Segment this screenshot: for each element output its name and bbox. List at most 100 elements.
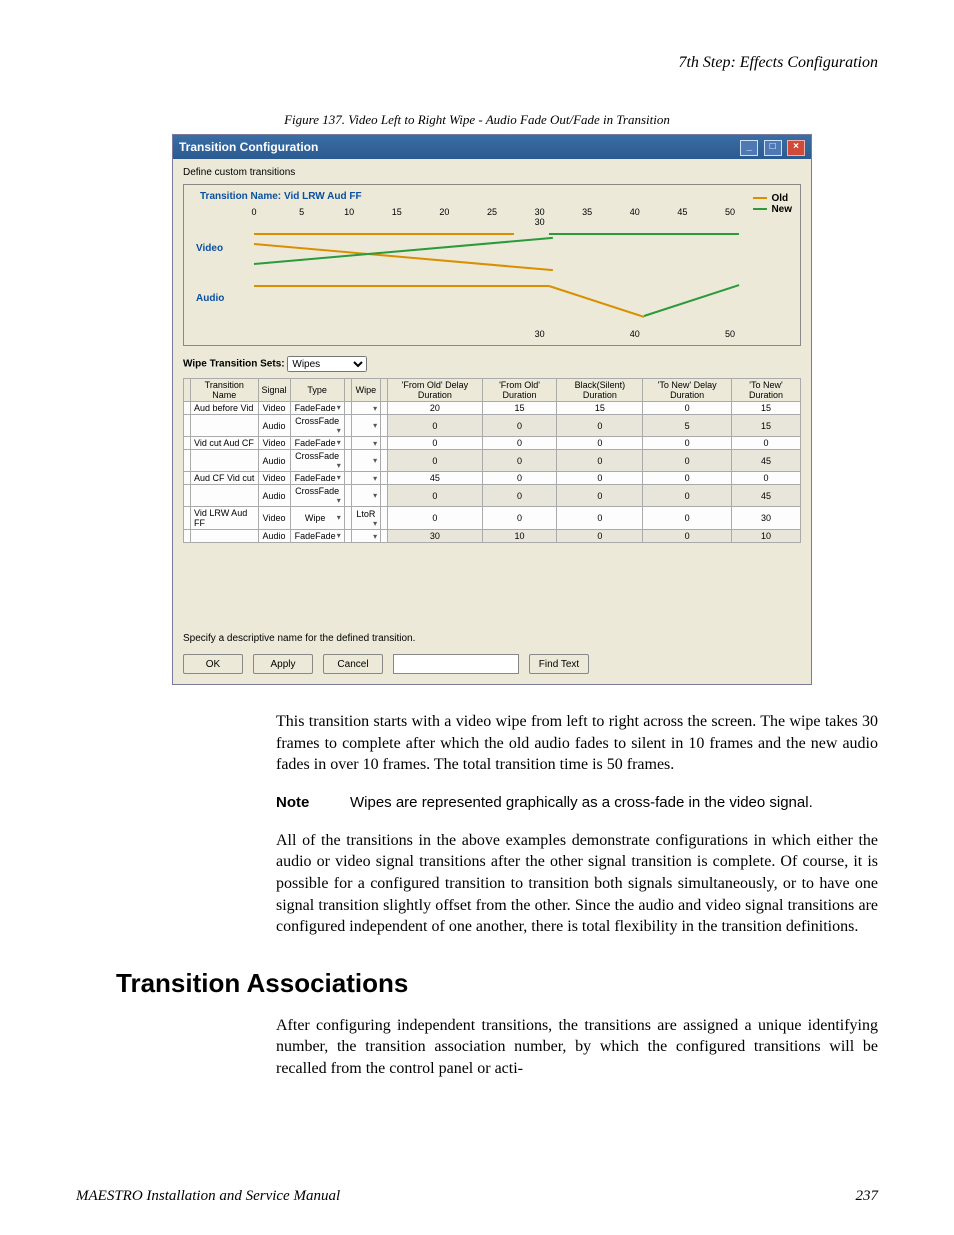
table-cell[interactable]	[191, 485, 259, 507]
table-cell[interactable]: 0	[643, 450, 732, 472]
table-cell[interactable]: Audio	[258, 450, 290, 472]
ok-button[interactable]: OK	[183, 654, 243, 674]
table-cell[interactable]	[381, 530, 388, 543]
table-cell[interactable]: 45	[732, 450, 801, 472]
table-cell[interactable]: 0	[732, 472, 801, 485]
table-cell[interactable]: 0	[557, 507, 643, 530]
table-cell[interactable]: 20	[388, 402, 483, 415]
table-cell[interactable]	[351, 402, 380, 415]
table-cell[interactable]: 0	[482, 472, 557, 485]
table-cell[interactable]: 0	[482, 507, 557, 530]
table-cell[interactable]: 15	[557, 402, 643, 415]
maximize-icon[interactable]: □	[764, 140, 782, 156]
table-cell[interactable]	[381, 507, 388, 530]
table-cell[interactable]: 0	[557, 437, 643, 450]
table-cell[interactable]	[184, 472, 191, 485]
apply-button[interactable]: Apply	[253, 654, 313, 674]
table-cell[interactable]: Wipe	[290, 507, 344, 530]
cancel-button[interactable]: Cancel	[323, 654, 383, 674]
table-cell[interactable]: 5	[643, 415, 732, 437]
table-cell[interactable]	[381, 437, 388, 450]
table-cell[interactable]	[381, 402, 388, 415]
table-cell[interactable]: 15	[732, 415, 801, 437]
table-cell[interactable]: CrossFade	[290, 485, 344, 507]
table-cell[interactable]	[344, 472, 351, 485]
table-cell[interactable]: 45	[732, 485, 801, 507]
table-cell[interactable]	[344, 485, 351, 507]
table-cell[interactable]: FadeFade	[290, 472, 344, 485]
table-cell[interactable]: 0	[388, 415, 483, 437]
table-cell[interactable]: 0	[482, 437, 557, 450]
table-cell[interactable]: Video	[258, 507, 290, 530]
table-cell[interactable]	[191, 530, 259, 543]
table-cell[interactable]	[344, 402, 351, 415]
table-cell[interactable]	[351, 530, 380, 543]
find-text-button[interactable]: Find Text	[529, 654, 589, 674]
table-cell[interactable]	[344, 415, 351, 437]
table-cell[interactable]	[184, 485, 191, 507]
find-text-input[interactable]	[393, 654, 519, 674]
table-cell[interactable]: FadeFade	[290, 437, 344, 450]
table-cell[interactable]: 0	[557, 485, 643, 507]
table-cell[interactable]: 0	[388, 507, 483, 530]
table-cell[interactable]: Audio	[258, 530, 290, 543]
table-cell[interactable]: Video	[258, 437, 290, 450]
table-cell[interactable]: 0	[557, 415, 643, 437]
table-cell[interactable]: FadeFade	[290, 530, 344, 543]
table-cell[interactable]	[351, 472, 380, 485]
table-cell[interactable]: LtoR	[351, 507, 380, 530]
table-cell[interactable]: 0	[388, 437, 483, 450]
table-cell[interactable]: Audio	[258, 485, 290, 507]
table-cell[interactable]: FadeFade	[290, 402, 344, 415]
table-cell[interactable]: Video	[258, 472, 290, 485]
table-cell[interactable]: 0	[643, 507, 732, 530]
table-cell[interactable]: 0	[557, 472, 643, 485]
table-cell[interactable]: Vid LRW Aud FF	[191, 507, 259, 530]
table-cell[interactable]	[344, 437, 351, 450]
table-cell[interactable]: 0	[643, 530, 732, 543]
table-cell[interactable]	[351, 415, 380, 437]
table-cell[interactable]	[344, 507, 351, 530]
table-cell[interactable]: 0	[388, 450, 483, 472]
table-cell[interactable]	[184, 450, 191, 472]
table-cell[interactable]	[381, 472, 388, 485]
table-cell[interactable]: 0	[482, 415, 557, 437]
table-cell[interactable]: 45	[388, 472, 483, 485]
table-cell[interactable]	[351, 437, 380, 450]
table-cell[interactable]	[344, 450, 351, 472]
table-cell[interactable]: 30	[732, 507, 801, 530]
close-icon[interactable]: ×	[787, 140, 805, 156]
table-cell[interactable]	[184, 507, 191, 530]
table-cell[interactable]	[351, 450, 380, 472]
table-cell[interactable]	[184, 415, 191, 437]
table-cell[interactable]	[381, 450, 388, 472]
table-cell[interactable]: 0	[482, 485, 557, 507]
table-cell[interactable]	[184, 402, 191, 415]
table-cell[interactable]	[191, 415, 259, 437]
table-cell[interactable]: 0	[482, 450, 557, 472]
table-cell[interactable]: 10	[732, 530, 801, 543]
table-cell[interactable]: Audio	[258, 415, 290, 437]
table-cell[interactable]: Vid cut Aud CF	[191, 437, 259, 450]
table-cell[interactable]: 0	[643, 437, 732, 450]
table-cell[interactable]	[344, 530, 351, 543]
wipe-set-select[interactable]: Wipes	[287, 356, 367, 372]
minimize-icon[interactable]: _	[740, 140, 758, 156]
table-cell[interactable]	[184, 530, 191, 543]
table-cell[interactable]: Aud CF Vid cut	[191, 472, 259, 485]
table-cell[interactable]: Video	[258, 402, 290, 415]
transitions-table[interactable]: Transition Name Signal Type Wipe 'From O…	[183, 378, 801, 543]
table-cell[interactable]: 15	[482, 402, 557, 415]
table-cell[interactable]: 0	[643, 472, 732, 485]
table-cell[interactable]: 0	[643, 485, 732, 507]
table-cell[interactable]	[191, 450, 259, 472]
table-cell[interactable]	[381, 485, 388, 507]
table-cell[interactable]: CrossFade	[290, 415, 344, 437]
table-cell[interactable]: CrossFade	[290, 450, 344, 472]
table-cell[interactable]	[184, 437, 191, 450]
dialog-titlebar[interactable]: Transition Configuration _ □ ×	[173, 135, 811, 159]
table-cell[interactable]: 0	[557, 530, 643, 543]
table-cell[interactable]: 10	[482, 530, 557, 543]
table-cell[interactable]	[381, 415, 388, 437]
table-cell[interactable]: 0	[643, 402, 732, 415]
